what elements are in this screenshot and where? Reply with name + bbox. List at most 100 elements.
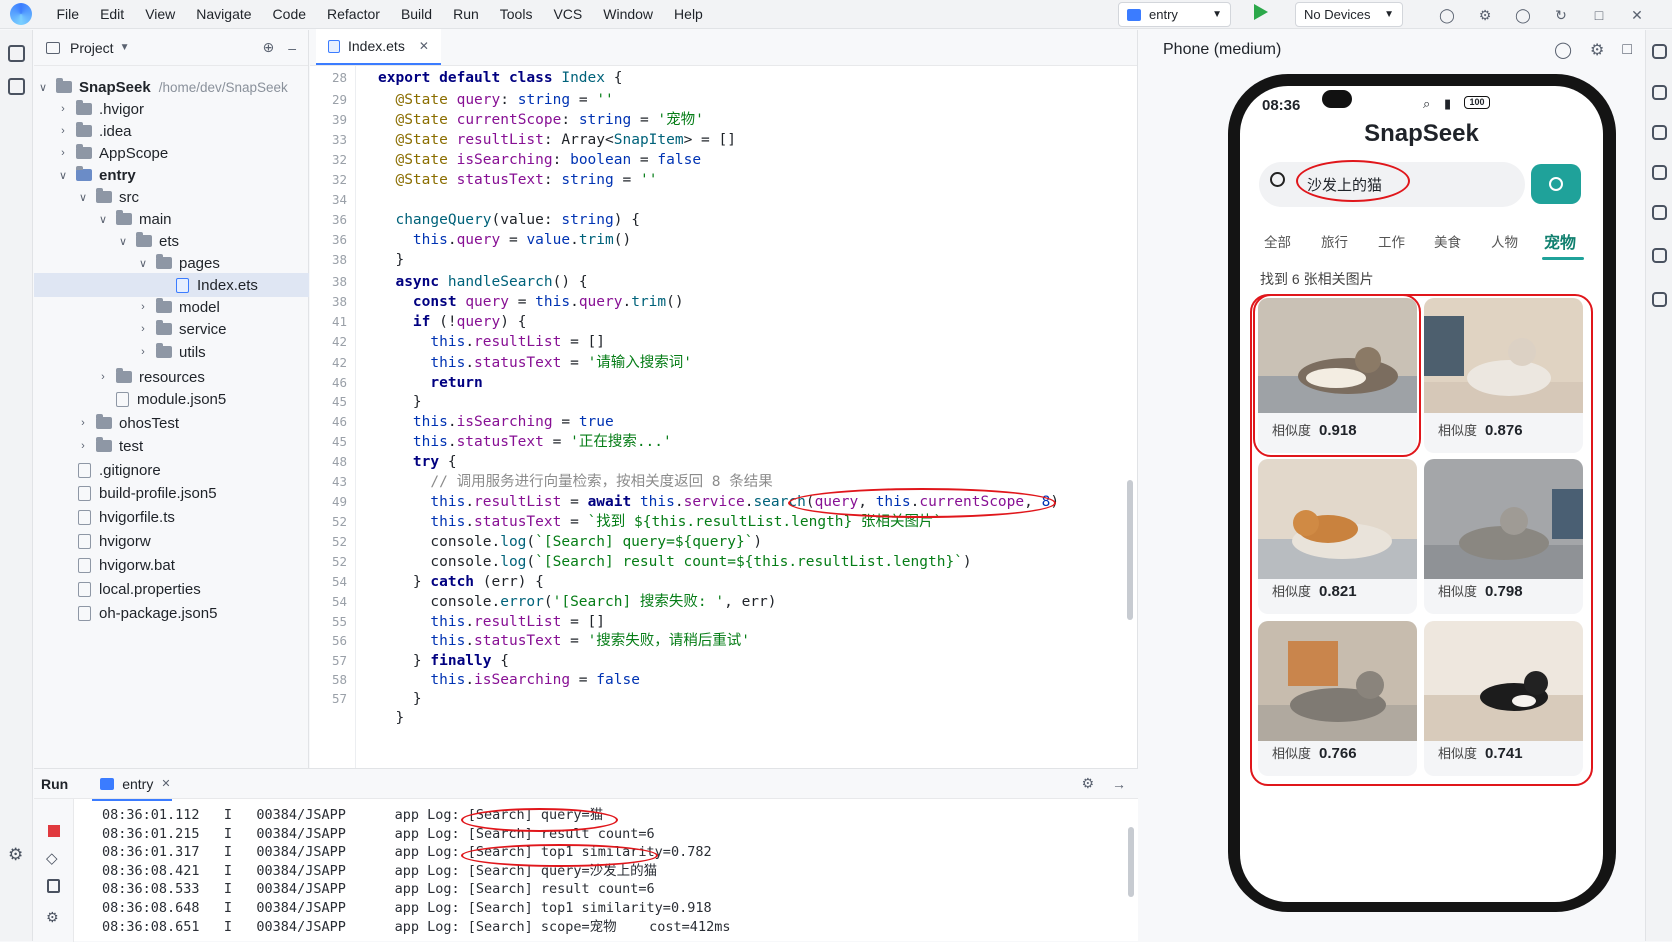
code-line: console.log(`[Search] query=${query}`)	[378, 534, 763, 550]
run-config-select[interactable]: entry ▼	[1118, 2, 1231, 27]
tree-item[interactable]: local.properties	[78, 578, 201, 600]
locate-icon[interactable]: ⊕	[262, 39, 274, 56]
tab-people[interactable]: 人物	[1491, 231, 1518, 251]
menu-refactor[interactable]: Refactor	[317, 6, 391, 22]
menu-code[interactable]: Code	[262, 6, 316, 22]
line-number: 42	[331, 334, 347, 349]
menu-navigate[interactable]: Navigate	[186, 6, 262, 22]
stop-icon[interactable]	[48, 825, 60, 837]
tab-pets[interactable]: 宠物	[1544, 229, 1576, 253]
root-path: /home/dev/SnapSeek	[158, 79, 288, 95]
close-icon[interactable]: ✕	[1628, 6, 1646, 24]
settings-gear-icon[interactable]: ⚙	[8, 845, 23, 865]
run-tab-entry[interactable]: entry	[122, 776, 153, 792]
sync-icon[interactable]: ↻	[1552, 6, 1570, 24]
folder-icon	[76, 166, 92, 181]
code-area[interactable]: export default class Index { @State quer…	[378, 66, 1059, 726]
pin-icon[interactable]: ⚙	[46, 909, 59, 926]
tree-item[interactable]: hvigorw	[78, 530, 151, 552]
menu-view[interactable]: View	[135, 6, 186, 22]
menu-vcs[interactable]: VCS	[543, 6, 593, 22]
bookmark-icon[interactable]	[1652, 165, 1667, 180]
line-number: 36	[331, 212, 347, 227]
tree-item-label: local.properties	[99, 580, 201, 598]
tab-food[interactable]: 美食	[1434, 231, 1461, 251]
tree-item[interactable]: hvigorfile.ts	[78, 506, 175, 528]
tree-item[interactable]: › resources	[98, 366, 205, 388]
tree-item[interactable]: › .hvigor	[58, 98, 144, 120]
tree-item-label: service	[179, 320, 227, 338]
line-number: 32	[331, 152, 347, 167]
tab-all[interactable]: 全部	[1264, 231, 1291, 251]
tree-item[interactable]: oh-package.json5	[78, 602, 217, 624]
line-number: 41	[331, 314, 347, 329]
code-line: this.resultList = []	[430, 334, 606, 350]
menu-file[interactable]: File	[46, 6, 90, 22]
tree-item[interactable]: › ohosTest	[78, 412, 179, 434]
previewer-icon[interactable]	[1652, 85, 1667, 100]
chevron-right-icon: ›	[81, 440, 85, 452]
menu-window[interactable]: Window	[593, 6, 664, 22]
copy-icon[interactable]	[1652, 248, 1667, 263]
tree-item[interactable]: ∨ main	[98, 208, 172, 230]
inspector-icon[interactable]: ◯	[1514, 6, 1532, 24]
tree-item[interactable]: › service	[138, 318, 227, 340]
editor-scrollbar[interactable]	[1127, 480, 1133, 620]
menu-help[interactable]: Help	[664, 6, 714, 22]
tree-item[interactable]: › utils	[138, 341, 206, 363]
run-icon[interactable]	[1254, 4, 1268, 20]
window-icon[interactable]: □	[1590, 6, 1608, 24]
tree-item[interactable]: build-profile.json5	[78, 482, 217, 504]
project-toolwindow-icon[interactable]	[8, 45, 25, 62]
menu-edit[interactable]: Edit	[90, 6, 135, 22]
device-icon[interactable]: □	[1622, 41, 1632, 59]
target-icon[interactable]	[1652, 292, 1667, 307]
settings-icon[interactable]: ⚙	[1590, 40, 1604, 60]
close-icon[interactable]: ✕	[419, 39, 429, 53]
tree-item[interactable]: › AppScope	[58, 142, 168, 164]
chevron-down-icon[interactable]: ▼	[120, 42, 130, 53]
device-select[interactable]: No Devices ▼	[1295, 2, 1403, 27]
tree-item[interactable]: › test	[78, 435, 143, 457]
folder-icon	[156, 254, 172, 269]
tree-item[interactable]: hvigorw.bat	[78, 554, 175, 576]
line-number: 38	[331, 252, 347, 267]
gallery-icon[interactable]	[1652, 205, 1667, 220]
device-manager-icon[interactable]: ⚙	[1476, 6, 1494, 24]
project-panel-title[interactable]: Project	[70, 40, 114, 56]
tree-item[interactable]: .gitignore	[78, 459, 161, 481]
rerun-icon[interactable]: ◇	[46, 849, 58, 867]
tree-item[interactable]: › .idea	[58, 120, 132, 142]
tree-item[interactable]: ∨ ets	[118, 230, 179, 252]
tab-index-ets[interactable]: Index.ets ✕	[316, 29, 441, 65]
line-number: 56	[331, 633, 347, 648]
profiler-icon[interactable]: ◯	[1438, 6, 1456, 24]
tab-travel[interactable]: 旅行	[1321, 231, 1348, 251]
tree-item[interactable]: ∨ pages	[138, 252, 220, 274]
tab-work[interactable]: 工作	[1378, 231, 1405, 251]
line-number: 45	[331, 434, 347, 449]
arrow-right-icon[interactable]: →	[1112, 776, 1126, 792]
menu-run[interactable]: Run	[443, 6, 490, 22]
collapse-icon[interactable]: –	[288, 40, 296, 56]
tree-item[interactable]: ∨ src	[78, 186, 139, 208]
search-button[interactable]	[1531, 164, 1581, 204]
tree-item[interactable]: module.json5	[116, 388, 226, 410]
close-icon[interactable]: ✕	[161, 777, 170, 790]
chevron-down-icon: ∨	[98, 213, 108, 226]
tree-item-selected[interactable]: Index.ets	[176, 274, 258, 296]
menu-build[interactable]: Build	[390, 6, 442, 22]
log-scrollbar[interactable]	[1128, 827, 1134, 897]
notifications-icon[interactable]	[1652, 44, 1667, 59]
line-number: 55	[331, 614, 347, 629]
tree-item[interactable]: ∨ entry	[58, 164, 136, 186]
database-icon[interactable]	[1652, 125, 1667, 140]
rotate-icon[interactable]: ◯	[1554, 40, 1572, 60]
line-number: 28	[331, 70, 347, 85]
tree-item[interactable]: › model	[138, 296, 220, 318]
structure-toolwindow-icon[interactable]	[8, 78, 25, 95]
copy-icon[interactable]	[47, 879, 60, 893]
settings-icon[interactable]: ⚙	[1081, 775, 1094, 792]
menu-tools[interactable]: Tools	[489, 6, 543, 22]
tree-item-root[interactable]: ∨ SnapSeek /home/dev/SnapSeek	[38, 76, 288, 98]
